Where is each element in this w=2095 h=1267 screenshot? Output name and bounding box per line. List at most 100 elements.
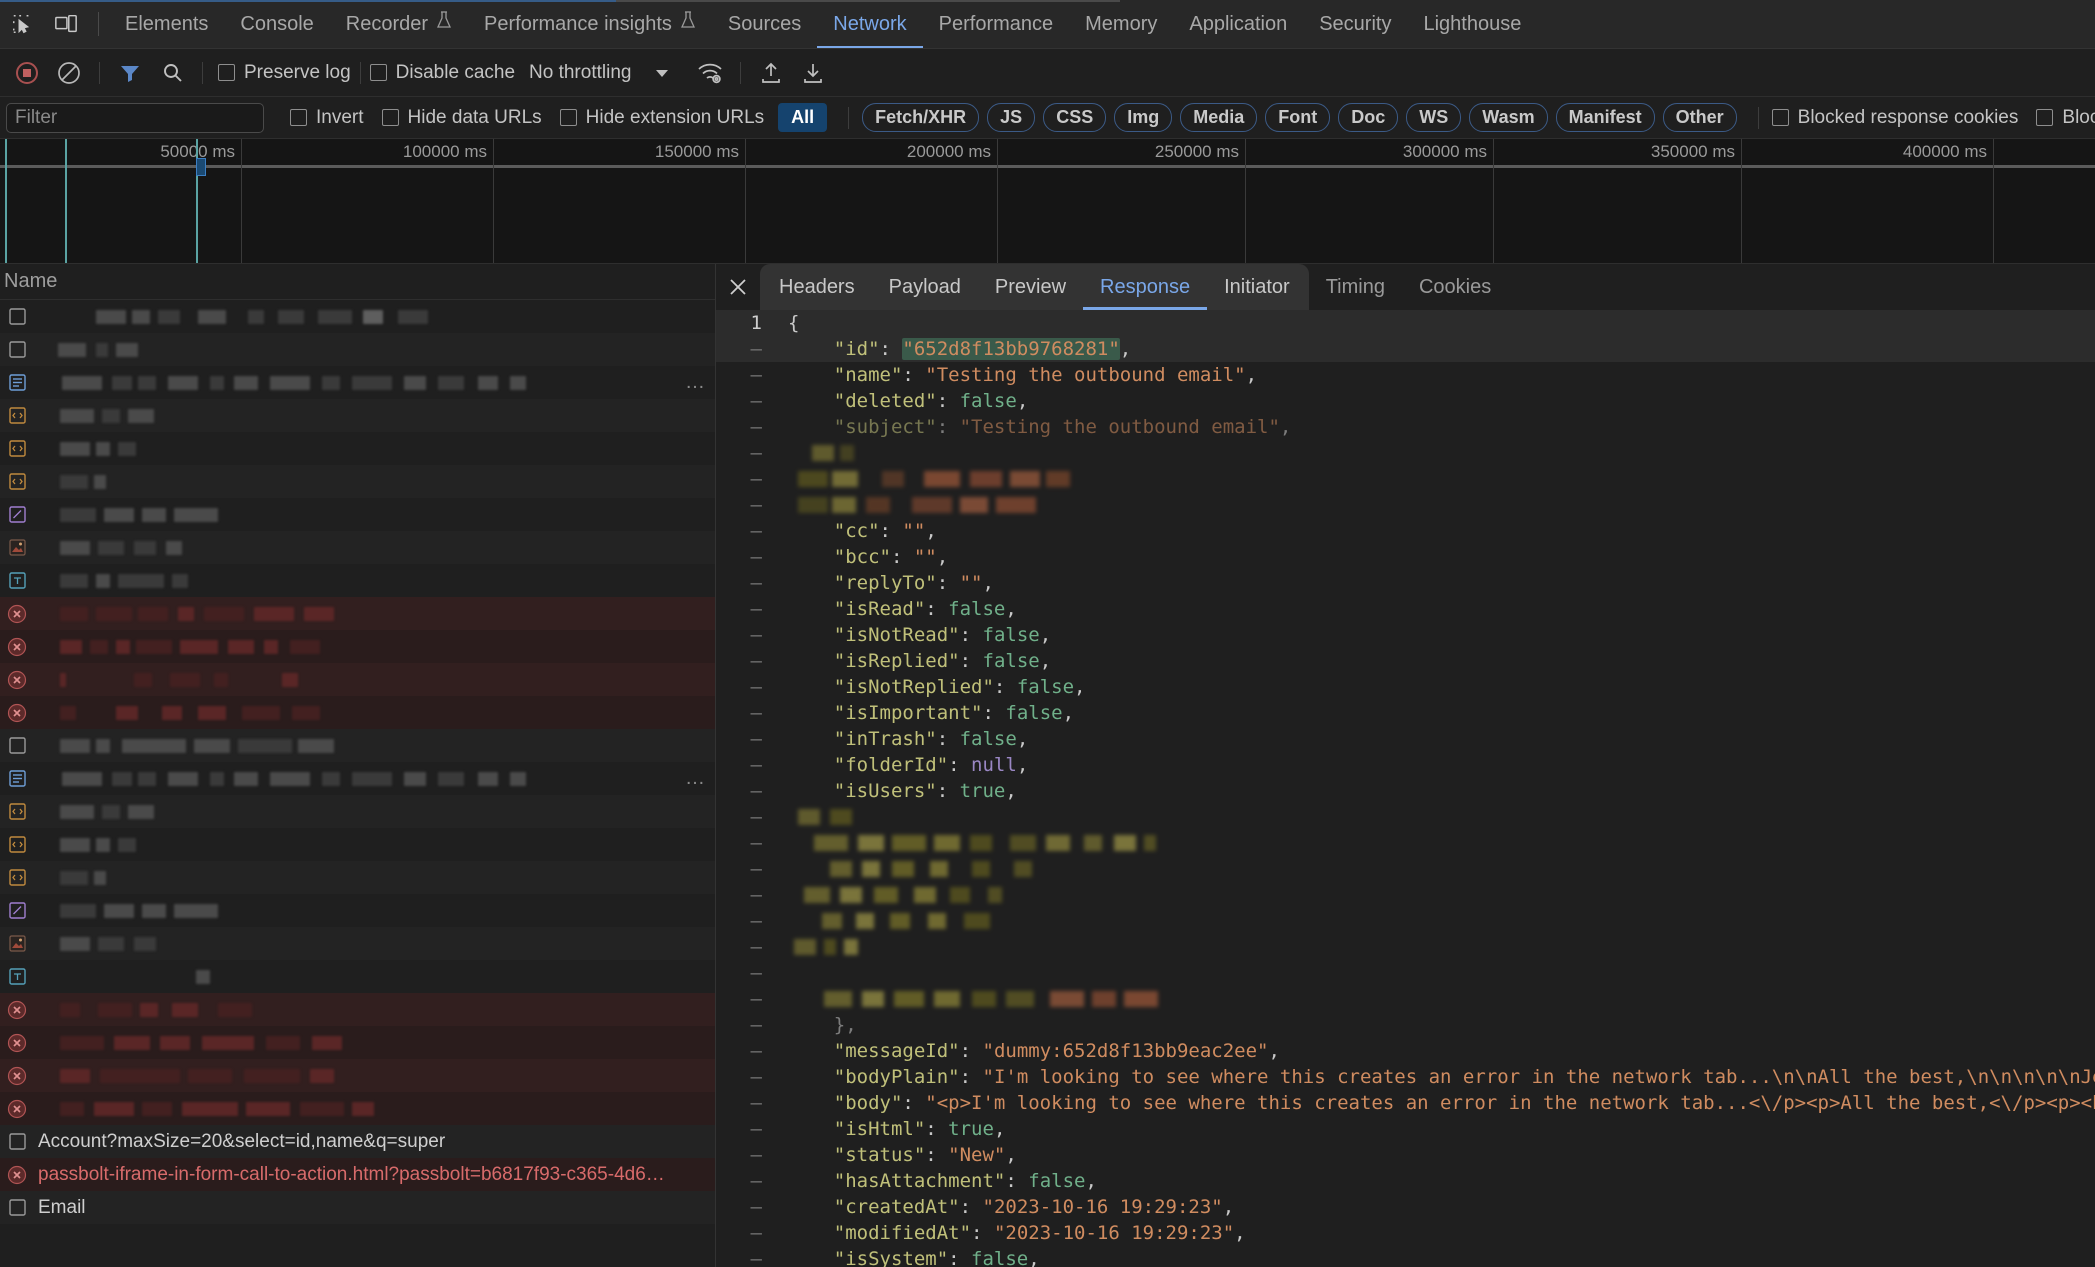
tab-application[interactable]: Application [1173, 0, 1303, 48]
tab-performance-insights[interactable]: Performance insights [468, 0, 712, 48]
detail-tab-timing[interactable]: Timing [1309, 264, 1402, 310]
disable-cache-checkbox[interactable]: Disable cache [369, 62, 515, 84]
line-number: – [750, 494, 762, 516]
device-toolbar-icon[interactable] [44, 2, 88, 46]
row-overflow-icon[interactable]: … [685, 371, 705, 394]
request-row[interactable] [0, 894, 715, 927]
detail-tab-response[interactable]: Response [1083, 264, 1207, 310]
request-row[interactable] [0, 927, 715, 960]
overview-request-bar[interactable] [196, 158, 206, 176]
type-filter-ws[interactable]: WS [1406, 103, 1462, 132]
response-body-viewer[interactable]: 1{– "id": "652d8f13bb9768281", – "name": … [716, 310, 2095, 1267]
request-row[interactable]: Email [0, 1191, 715, 1224]
import-har-icon[interactable] [750, 52, 792, 94]
blocked-response-cookies-box[interactable] [1771, 109, 1789, 126]
blocked-requests-box[interactable] [2036, 109, 2054, 126]
request-row[interactable]: passbolt-iframe-in-form-call-to-action.h… [0, 1158, 715, 1191]
request-row[interactable] [0, 498, 715, 531]
tab-memory[interactable]: Memory [1069, 0, 1173, 48]
request-row[interactable] [0, 333, 715, 366]
hide-extension-urls-box[interactable] [559, 109, 577, 126]
type-filter-img[interactable]: Img [1114, 103, 1173, 132]
request-row[interactable] [0, 1059, 715, 1092]
tab-strip-accent [0, 0, 1120, 2]
throttling-select[interactable]: No throttling [529, 62, 631, 84]
type-filter-other[interactable]: Other [1662, 103, 1737, 132]
detail-tab-cookies[interactable]: Cookies [1402, 264, 1508, 310]
filter-input[interactable] [6, 102, 264, 133]
hide-data-urls-checkbox[interactable]: Hide data URLs [381, 107, 542, 129]
detail-tab-headers[interactable]: Headers [762, 264, 872, 310]
request-row[interactable] [0, 828, 715, 861]
preserve-log-box[interactable] [218, 64, 235, 81]
blocked-response-cookies-checkbox[interactable]: Blocked response cookies [1771, 107, 2018, 129]
tab-lighthouse[interactable]: Lighthouse [1407, 0, 1537, 48]
type-filter-wasm[interactable]: Wasm [1469, 103, 1548, 132]
tab-security[interactable]: Security [1303, 0, 1407, 48]
clear-network-log-icon[interactable] [48, 52, 90, 94]
request-row[interactable] [0, 597, 715, 630]
tab-sources[interactable]: Sources [712, 0, 817, 48]
type-filter-all[interactable]: All [778, 103, 828, 132]
error-icon [4, 603, 30, 625]
request-row[interactable] [0, 993, 715, 1026]
request-row[interactable] [0, 564, 715, 597]
request-row[interactable] [0, 630, 715, 663]
request-row[interactable] [0, 861, 715, 894]
close-icon[interactable] [716, 265, 760, 309]
request-row[interactable] [0, 795, 715, 828]
request-row[interactable] [0, 1026, 715, 1059]
request-row[interactable] [0, 696, 715, 729]
request-row[interactable]: … [0, 762, 715, 795]
filter-funnel-icon[interactable] [109, 52, 151, 94]
request-row[interactable] [0, 729, 715, 762]
tab-network[interactable]: Network [817, 0, 922, 48]
blocked-requests-checkbox[interactable]: Blocked reques [2036, 107, 2095, 129]
response-line: – [716, 804, 2095, 830]
type-filter-media[interactable]: Media [1180, 103, 1258, 132]
request-row[interactable] [0, 960, 715, 993]
type-filter-css[interactable]: CSS [1043, 103, 1107, 132]
response-line-text [774, 856, 2095, 882]
redacted-block [972, 861, 990, 877]
hide-data-urls-box[interactable] [381, 109, 399, 126]
request-row[interactable] [0, 465, 715, 498]
chevron-down-icon[interactable] [641, 52, 683, 94]
disable-cache-box[interactable] [369, 64, 387, 81]
inspect-cursor-icon[interactable] [0, 2, 44, 46]
preserve-log-checkbox[interactable]: Preserve log [218, 62, 351, 84]
invert-box[interactable] [290, 109, 307, 126]
column-header-name[interactable]: Name [2, 270, 57, 293]
invert-checkbox[interactable]: Invert [290, 107, 364, 129]
detail-tab-preview[interactable]: Preview [978, 264, 1083, 310]
hide-extension-urls-checkbox[interactable]: Hide extension URLs [559, 107, 764, 129]
tab-performance[interactable]: Performance [923, 0, 1070, 48]
tab-console[interactable]: Console [224, 0, 329, 48]
detail-tab-initiator[interactable]: Initiator [1207, 264, 1307, 310]
response-line-text [774, 804, 2095, 830]
row-overflow-icon[interactable]: … [685, 767, 705, 790]
type-filter-doc[interactable]: Doc [1338, 103, 1399, 132]
request-row[interactable] [0, 663, 715, 696]
tab-recorder[interactable]: Recorder [330, 0, 468, 48]
type-filter-font[interactable]: Font [1265, 103, 1331, 132]
request-row[interactable] [0, 300, 715, 333]
redacted-request-name [38, 340, 678, 360]
detail-tab-payload[interactable]: Payload [872, 264, 978, 310]
request-row[interactable] [0, 432, 715, 465]
request-row[interactable]: Account?maxSize=20&select=id,name&q=supe… [0, 1125, 715, 1158]
request-row[interactable] [0, 531, 715, 564]
type-filter-manifest[interactable]: Manifest [1555, 103, 1655, 132]
request-list-pane[interactable]: Name … … Account?maxSize=20&select=id,name… [0, 264, 716, 1267]
tab-elements[interactable]: Elements [109, 0, 224, 48]
wifi-settings-icon[interactable] [689, 52, 731, 94]
search-magnifier-icon[interactable] [151, 52, 193, 94]
type-filter-fetch-xhr[interactable]: Fetch/XHR [862, 103, 980, 132]
request-row[interactable]: … [0, 366, 715, 399]
network-overview-timeline[interactable]: 50000 ms 100000 ms 150000 ms 200000 ms 25000… [0, 139, 2095, 264]
record-stop-icon[interactable] [6, 52, 48, 94]
export-har-icon[interactable] [792, 52, 834, 94]
type-filter-js[interactable]: JS [987, 103, 1036, 132]
request-row[interactable] [0, 1092, 715, 1125]
request-row[interactable] [0, 399, 715, 432]
